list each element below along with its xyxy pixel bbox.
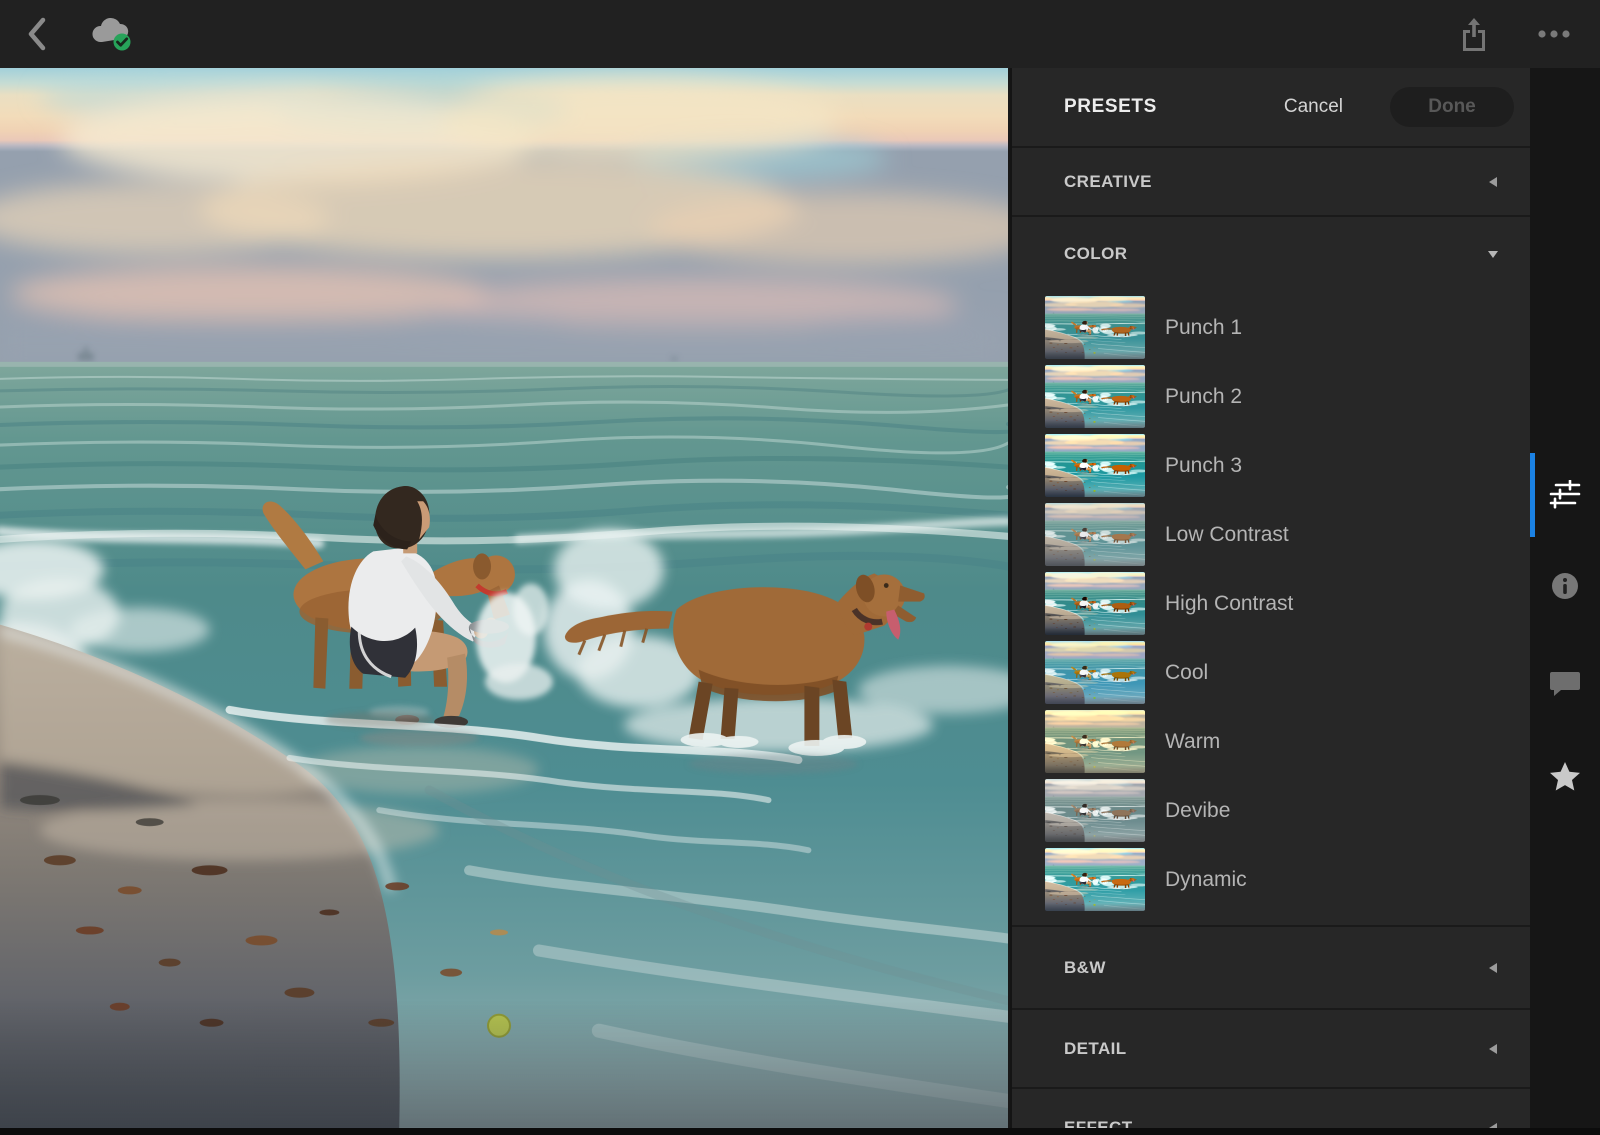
- preset-thumbnail: [1045, 365, 1145, 428]
- preset-label: High Contrast: [1165, 592, 1293, 616]
- expand-down-icon: [1486, 247, 1500, 261]
- preset-label: Punch 3: [1165, 454, 1242, 478]
- preset-row-dynamic[interactable]: Dynamic: [1012, 848, 1530, 917]
- section-detail[interactable]: DETAIL: [1012, 1008, 1530, 1087]
- preset-label: Dynamic: [1165, 868, 1247, 892]
- info-icon: [1550, 571, 1580, 601]
- lightroom-app: PRESETS Cancel Done CREATIVE COLOR Punch…: [0, 0, 1600, 1135]
- preset-row-punch2[interactable]: Punch 2: [1012, 365, 1530, 434]
- collapse-left-icon: [1486, 175, 1500, 189]
- section-label: B&W: [1064, 958, 1106, 978]
- top-toolbar: [0, 0, 1600, 68]
- photo-canvas[interactable]: [0, 68, 1008, 1128]
- section-effect[interactable]: EFFECT: [1012, 1087, 1530, 1128]
- section-bw[interactable]: B&W: [1012, 925, 1530, 1008]
- presets-panel: PRESETS Cancel Done CREATIVE COLOR Punch…: [1010, 68, 1530, 1128]
- preset-row-warm[interactable]: Warm: [1012, 710, 1530, 779]
- preset-row-low-contrast[interactable]: Low Contrast: [1012, 503, 1530, 572]
- preset-thumbnail: [1045, 503, 1145, 566]
- star-icon: [1549, 761, 1581, 792]
- color-preset-list: Punch 1 Punch 2 Punch 3 Low Contrast Hig…: [1012, 290, 1530, 925]
- preset-thumbnail: [1045, 572, 1145, 635]
- cancel-button[interactable]: Cancel: [1284, 96, 1343, 118]
- preset-thumbnail: [1045, 296, 1145, 359]
- cloud-synced-icon: [86, 12, 138, 56]
- section-creative[interactable]: CREATIVE: [1012, 146, 1530, 215]
- preset-row-cool[interactable]: Cool: [1012, 641, 1530, 710]
- collapse-left-icon: [1486, 1121, 1500, 1128]
- info-button[interactable]: [1530, 556, 1600, 616]
- collapse-left-icon: [1486, 961, 1500, 975]
- presets-panel-header: PRESETS Cancel Done: [1012, 68, 1530, 146]
- preset-label: Warm: [1165, 730, 1220, 754]
- comment-icon: [1549, 669, 1581, 697]
- edit-tool-button[interactable]: [1530, 465, 1600, 525]
- comment-button[interactable]: [1530, 653, 1600, 713]
- share-icon: [1459, 16, 1489, 52]
- preset-thumbnail: [1045, 641, 1145, 704]
- preset-row-devibe[interactable]: Devibe: [1012, 779, 1530, 848]
- preset-row-high-contrast[interactable]: High Contrast: [1012, 572, 1530, 641]
- bottom-edge-strip: [0, 1128, 1600, 1135]
- done-button[interactable]: Done: [1390, 87, 1514, 127]
- preset-row-punch3[interactable]: Punch 3: [1012, 434, 1530, 503]
- preset-label: Devibe: [1165, 799, 1230, 823]
- section-label: CREATIVE: [1064, 172, 1152, 192]
- tool-rail: [1530, 68, 1600, 1128]
- preset-thumbnail: [1045, 848, 1145, 911]
- preset-label: Punch 1: [1165, 316, 1242, 340]
- preset-label: Cool: [1165, 661, 1208, 685]
- edit-sliders-icon: [1549, 480, 1581, 510]
- preset-label: Low Contrast: [1165, 523, 1289, 547]
- section-label: EFFECT: [1064, 1118, 1133, 1128]
- beach-photo: [0, 68, 1008, 1128]
- collapse-left-icon: [1486, 1042, 1500, 1056]
- panel-title: PRESETS: [1064, 96, 1157, 118]
- preset-label: Punch 2: [1165, 385, 1242, 409]
- preset-thumbnail: [1045, 779, 1145, 842]
- chevron-left-icon: [23, 14, 49, 54]
- sync-status-button[interactable]: [86, 12, 138, 56]
- share-button[interactable]: [1452, 12, 1496, 56]
- section-color[interactable]: COLOR: [1012, 215, 1530, 290]
- more-options-button[interactable]: [1532, 12, 1576, 56]
- section-label: COLOR: [1064, 244, 1127, 264]
- preset-thumbnail: [1045, 710, 1145, 773]
- preset-thumbnail: [1045, 434, 1145, 497]
- section-label: DETAIL: [1064, 1039, 1127, 1059]
- back-button[interactable]: [14, 12, 58, 56]
- preset-row-punch1[interactable]: Punch 1: [1012, 296, 1530, 365]
- star-button[interactable]: [1530, 746, 1600, 806]
- ellipsis-icon: [1537, 29, 1571, 39]
